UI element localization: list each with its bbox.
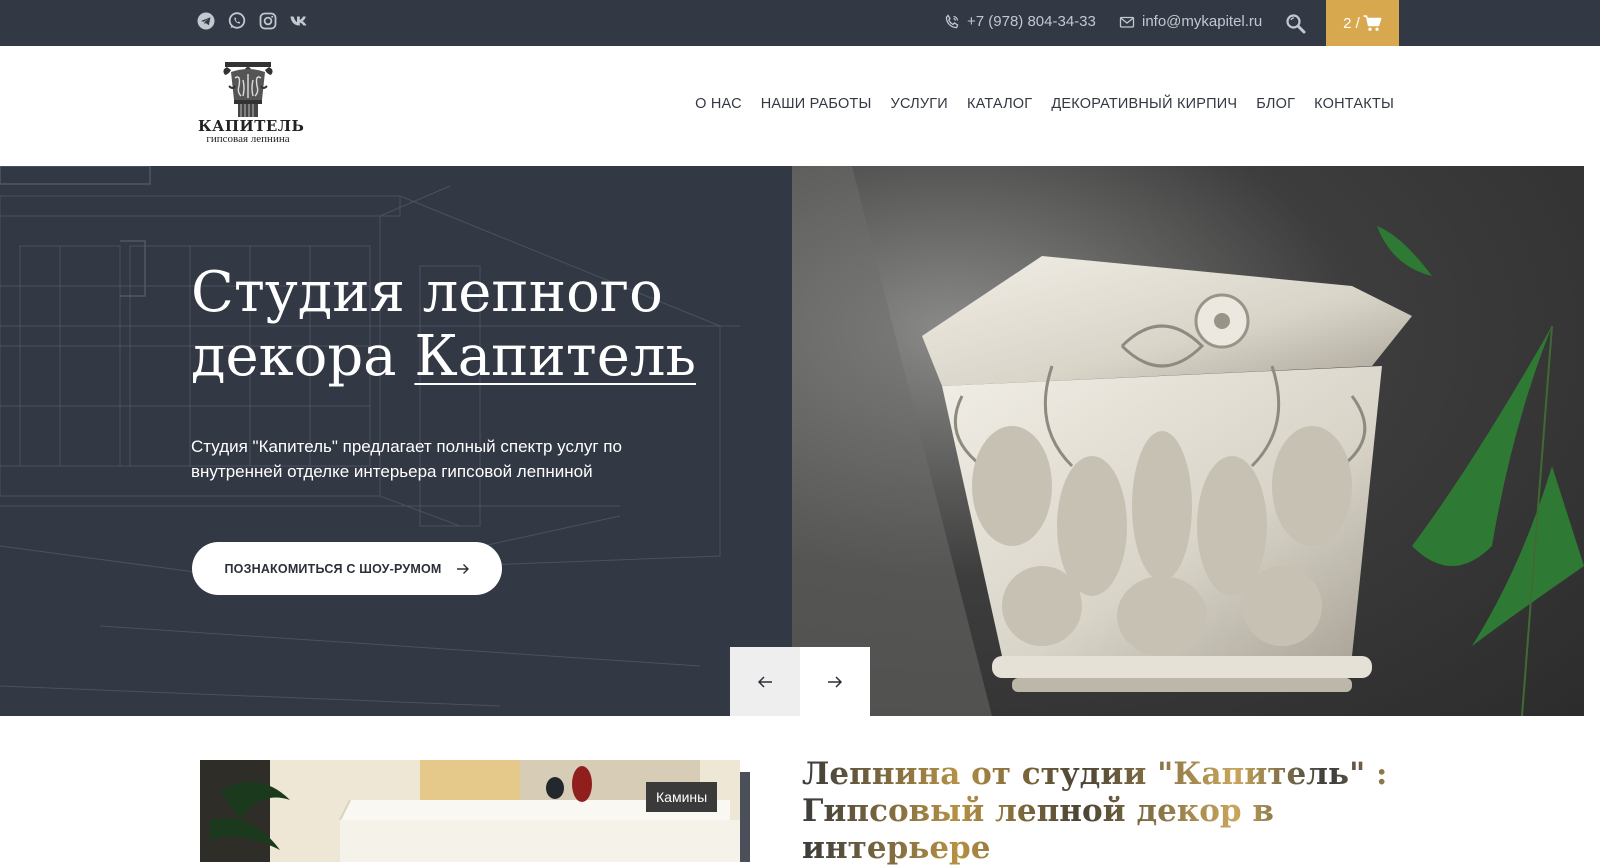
arrow-left-icon	[757, 675, 772, 688]
email-address: info@mykapitel.ru	[1142, 13, 1263, 30]
top-bar: +7 (978) 804-34-33 info@mykapitel.ru 2 /	[0, 0, 1600, 46]
nav-item-about[interactable]: О НАС	[695, 96, 742, 112]
nav-item-services[interactable]: УСЛУГИ	[891, 96, 948, 112]
nav-item-catalog[interactable]: КАТАЛОГ	[967, 96, 1032, 112]
telegram-icon[interactable]	[196, 11, 216, 31]
nav-item-works[interactable]: НАШИ РАБОТЫ	[761, 96, 872, 112]
hero-slider: Студия лепного декора Капитель Студия "Ка…	[0, 166, 1600, 716]
logo-subtitle: гипсовая лепнина	[206, 133, 290, 145]
slider-prev-button[interactable]	[730, 647, 800, 716]
nav-item-blog[interactable]: БЛОГ	[1256, 96, 1295, 112]
arrow-right-icon	[456, 563, 469, 574]
phone-number: +7 (978) 804-34-33	[967, 13, 1096, 30]
capital-logo-icon	[223, 62, 273, 117]
hero-title-line2: декора	[191, 324, 415, 389]
card-shadow-edge	[740, 772, 750, 862]
envelope-icon	[1119, 16, 1135, 28]
social-links	[196, 11, 309, 31]
hero-title-line1: Студия лепного	[191, 260, 663, 325]
hero-description: Студия "Капитель" предлагает полный спек…	[191, 437, 622, 481]
nav-item-brick[interactable]: ДЕКОРАТИВНЫЙ КИРПИЧ	[1051, 96, 1237, 112]
hero-title-accent: Капитель	[414, 324, 696, 389]
phone-link[interactable]: +7 (978) 804-34-33	[944, 13, 1096, 30]
showroom-button-label: ПОЗНАКОМИТЬСЯ С ШОУ-РУМОМ	[224, 561, 442, 576]
hero-title: Студия лепного декора Капитель	[191, 261, 751, 389]
arrow-right-icon	[828, 675, 843, 688]
cart-button[interactable]: 2 /	[1326, 0, 1399, 46]
cart-count: 2 /	[1343, 14, 1360, 32]
category-label: Камины	[646, 782, 718, 812]
email-link[interactable]: info@mykapitel.ru	[1119, 13, 1262, 30]
site-header: КАПИТЕЛЬ гипсовая лепнина О НАС НАШИ РАБ…	[0, 46, 1600, 166]
nav-item-contacts[interactable]: КОНТАКТЫ	[1314, 96, 1394, 112]
instagram-icon[interactable]	[258, 11, 278, 31]
hero-right-gutter	[1584, 166, 1600, 716]
main-nav: О НАС НАШИ РАБОТЫ УСЛУГИ КАТАЛОГ ДЕКОРАТ…	[695, 96, 1394, 112]
phone-icon	[945, 13, 959, 28]
cart-icon	[1363, 14, 1382, 31]
corinthian-capital-picture	[792, 166, 1584, 716]
showroom-button[interactable]: ПОЗНАКОМИТЬСЯ С ШОУ-РУМОМ	[192, 542, 502, 595]
logo-title: КАПИТЕЛЬ	[198, 117, 305, 135]
logo[interactable]: КАПИТЕЛЬ гипсовая лепнина	[198, 60, 305, 152]
hero-image-capital	[792, 166, 1584, 716]
vk-icon[interactable]	[289, 11, 309, 31]
search-icon[interactable]	[1284, 12, 1308, 36]
slider-next-button[interactable]	[800, 647, 870, 716]
section-title: Лепнина от студии "Капитель" : Гипсовый …	[802, 756, 1422, 867]
whatsapp-icon[interactable]	[227, 11, 247, 31]
